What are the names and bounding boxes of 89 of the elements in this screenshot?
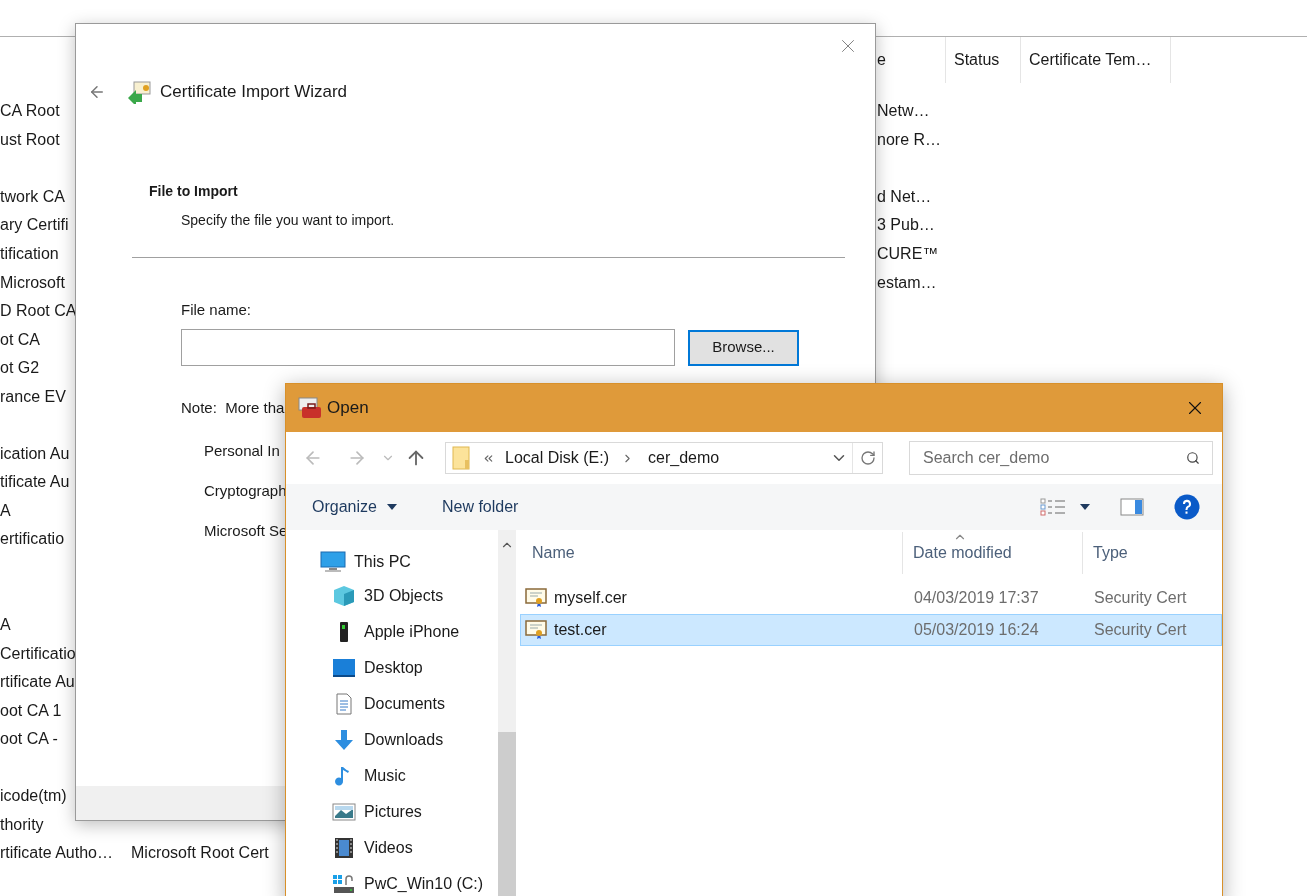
table-cell: ot G2 <box>0 359 40 377</box>
date-modified: 04/03/2019 17:37 <box>914 589 1039 606</box>
window-title: Open <box>327 397 369 420</box>
nav-item[interactable]: Videos <box>320 830 498 866</box>
download-arrow-icon <box>332 729 356 751</box>
table-cell: ust Root <box>0 130 60 148</box>
browse-button[interactable]: Browse... <box>688 329 799 366</box>
table-cell: oot CA - <box>0 730 58 748</box>
caret-icon <box>386 504 397 510</box>
field-label: File name: <box>181 299 253 320</box>
table-cell: Certificatio <box>0 644 76 662</box>
table-cell: rtificate Autho… <box>0 844 113 862</box>
computer-icon <box>320 551 346 573</box>
column-header[interactable]: Status <box>946 37 1021 83</box>
table-cell: ication Au <box>0 444 70 462</box>
note-item: Personal In <box>204 441 280 460</box>
nav-item[interactable]: This PC <box>320 546 498 578</box>
table-cell: ary Certifi <box>0 216 69 234</box>
table-cell: d Net… <box>877 187 932 205</box>
table-cell: ertificatio <box>0 530 65 548</box>
table-cell: oot CA 1 <box>0 701 62 719</box>
note-item: Cryptograph <box>204 481 287 500</box>
nav-item[interactable]: PwC_Win10 (C:) <box>320 866 498 896</box>
certificate-wizard-icon <box>126 79 152 104</box>
file-name: myself.cer <box>554 588 627 608</box>
preview-pane-icon[interactable] <box>1120 498 1144 516</box>
file-type: Security Cert <box>1094 621 1187 638</box>
organize-button[interactable]: Organize <box>312 495 397 519</box>
help-icon[interactable] <box>1174 494 1200 520</box>
table-cell: estam… <box>877 273 937 291</box>
certificate-icon <box>525 620 547 640</box>
folder-icon <box>452 446 472 470</box>
table-cell: rance EV <box>0 387 66 405</box>
table-cell: D Root CA <box>0 302 77 320</box>
table-cell: ot CA <box>0 330 40 348</box>
table-cell: icode(tm) <box>0 787 67 805</box>
breadcrumb-item[interactable]: Local Disk (E:) <box>505 446 610 470</box>
nav-item[interactable]: Desktop <box>320 650 498 686</box>
table-cell: twork CA <box>0 187 65 205</box>
image-icon <box>332 801 356 823</box>
nav-item[interactable]: Apple iPhone <box>320 614 498 650</box>
column-header[interactable]: Certificate Tem… <box>1021 37 1171 83</box>
table-cell: CA Root <box>0 102 60 120</box>
toolbox-icon <box>298 396 322 420</box>
search-field[interactable]: Search cer_demo <box>909 441 1213 475</box>
file-name: test.cer <box>554 620 607 640</box>
file-row[interactable]: test.cer 05/03/2019 16:24 Security Cert <box>520 614 1222 646</box>
nav-item[interactable]: Downloads <box>320 722 498 758</box>
table-cell: tificate Au <box>0 473 70 491</box>
section-heading: File to Import <box>149 181 239 201</box>
scrollbar-thumb[interactable] <box>498 732 516 896</box>
file-name-field[interactable] <box>181 329 675 366</box>
table-cell: Microsoft Root Cert <box>131 844 269 862</box>
note-text: Note: More tha <box>181 398 285 418</box>
table-cell: Microsoft <box>0 273 65 291</box>
nav-item[interactable]: 3D Objects <box>320 578 498 614</box>
drive-icon <box>332 873 356 895</box>
cube-icon <box>332 585 356 607</box>
desktop-icon <box>332 657 356 679</box>
address-bar[interactable]: Local Disk (E:) cer_demo <box>445 442 883 474</box>
column-header[interactable]: Name <box>520 532 902 574</box>
table-cell: CURE™ <box>877 245 939 262</box>
date-modified: 05/03/2019 16:24 <box>914 621 1039 638</box>
nav-item[interactable]: Pictures <box>320 794 498 830</box>
film-icon <box>332 837 356 859</box>
search-icon[interactable] <box>1186 451 1200 465</box>
table-cell: tification <box>0 245 59 262</box>
section-description: Specify the file you want to import. <box>181 210 396 230</box>
new-folder-button[interactable]: New folder <box>441 495 519 519</box>
caret-icon <box>1080 504 1090 510</box>
file-type: Security Cert <box>1094 589 1187 606</box>
table-cell: Netw… <box>877 102 930 120</box>
nav-item[interactable]: Documents <box>320 686 498 722</box>
view-options-icon[interactable] <box>1040 497 1066 517</box>
table-cell: rtificate Au <box>0 673 75 691</box>
refresh-icon[interactable] <box>859 450 876 466</box>
certificate-icon <box>525 588 547 608</box>
column-header[interactable]: Type <box>1082 532 1222 574</box>
window-title: Certificate Import Wizard <box>160 81 348 103</box>
file-row[interactable]: myself.cer 04/03/2019 17:37 Security Cert <box>520 582 1222 614</box>
table-cell: thority <box>0 815 44 833</box>
breadcrumb-item[interactable]: cer_demo <box>648 446 720 470</box>
column-header[interactable]: e <box>877 37 946 83</box>
column-header[interactable]: Date modified <box>902 532 1082 574</box>
nav-item[interactable]: Music <box>320 758 498 794</box>
table-cell: A <box>0 501 11 519</box>
table-cell: A <box>0 616 11 634</box>
table-cell: 3 Pub… <box>877 216 935 234</box>
table-cell: nore R… <box>877 130 942 148</box>
